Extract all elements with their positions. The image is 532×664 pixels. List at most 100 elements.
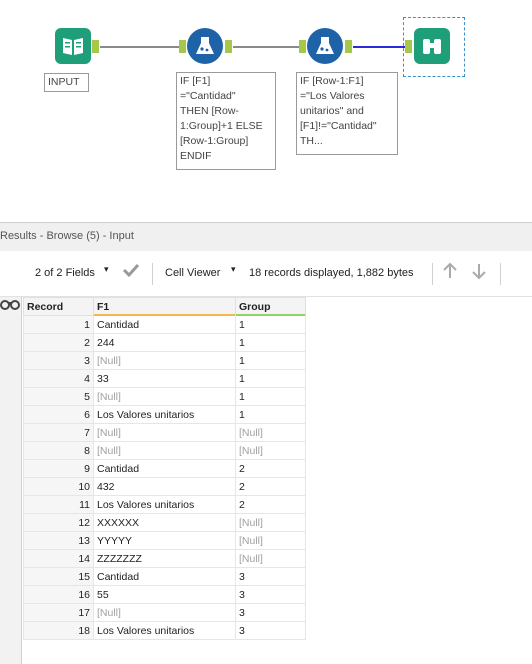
f1-cell[interactable]: ZZZZZZZ: [93, 549, 236, 568]
checkmark-icon[interactable]: [122, 262, 140, 281]
group-cell[interactable]: 1: [235, 387, 306, 406]
f1-cell[interactable]: 55: [93, 585, 236, 604]
active-connection-line[interactable]: [353, 46, 405, 48]
table-row[interactable]: 17 [Null] 3: [23, 603, 306, 622]
formula-tool-flask-icon[interactable]: [307, 28, 343, 64]
table-row[interactable]: 10 432 2: [23, 477, 306, 496]
table-row[interactable]: 14 ZZZZZZZ [Null]: [23, 549, 306, 568]
group-cell[interactable]: 1: [235, 405, 306, 424]
f1-cell[interactable]: YYYYY: [93, 531, 236, 550]
record-cell[interactable]: 13: [23, 531, 94, 550]
formula2-output-anchor[interactable]: [345, 40, 352, 53]
browse-input-anchor[interactable]: [405, 40, 412, 53]
formula2-input-anchor[interactable]: [299, 40, 306, 53]
chevron-down-icon[interactable]: ▾: [104, 264, 109, 275]
group-cell[interactable]: [Null]: [235, 531, 306, 550]
record-cell[interactable]: 18: [23, 621, 94, 640]
group-cell[interactable]: 2: [235, 459, 306, 478]
record-cell[interactable]: 5: [23, 387, 94, 406]
group-cell[interactable]: [Null]: [235, 423, 306, 442]
arrow-down-icon[interactable]: [471, 262, 487, 283]
table-row[interactable]: 4 33 1: [23, 369, 306, 388]
column-header-f1[interactable]: F1: [93, 297, 236, 316]
f1-cell[interactable]: 33: [93, 369, 236, 388]
connection-line[interactable]: [100, 46, 179, 48]
f1-cell[interactable]: [Null]: [93, 441, 236, 460]
record-cell[interactable]: 9: [23, 459, 94, 478]
record-cell[interactable]: 16: [23, 585, 94, 604]
table-row[interactable]: 5 [Null] 1: [23, 387, 306, 406]
group-cell[interactable]: [Null]: [235, 441, 306, 460]
group-cell[interactable]: 1: [235, 351, 306, 370]
f1-cell[interactable]: Los Valores unitarios: [93, 405, 236, 424]
record-cell[interactable]: 3: [23, 351, 94, 370]
group-cell[interactable]: [Null]: [235, 513, 306, 532]
table-row[interactable]: 12 XXXXXX [Null]: [23, 513, 306, 532]
f1-cell[interactable]: Cantidad: [93, 315, 236, 334]
fields-dropdown[interactable]: 2 of 2 Fields: [35, 267, 95, 279]
f1-cell[interactable]: [Null]: [93, 423, 236, 442]
record-cell[interactable]: 10: [23, 477, 94, 496]
group-cell[interactable]: 2: [235, 477, 306, 496]
record-cell[interactable]: 4: [23, 369, 94, 388]
f1-cell[interactable]: [Null]: [93, 351, 236, 370]
cell-viewer-dropdown[interactable]: Cell Viewer: [165, 267, 220, 279]
formula-tool-flask-icon[interactable]: [187, 28, 223, 64]
table-row[interactable]: 15 Cantidad 3: [23, 567, 306, 586]
group-cell[interactable]: 2: [235, 495, 306, 514]
f1-cell[interactable]: XXXXXX: [93, 513, 236, 532]
f1-cell[interactable]: [Null]: [93, 603, 236, 622]
record-cell[interactable]: 8: [23, 441, 94, 460]
f1-cell[interactable]: 432: [93, 477, 236, 496]
group-cell[interactable]: 1: [235, 333, 306, 352]
connection-line[interactable]: [233, 46, 299, 48]
binoculars-icon[interactable]: [0, 296, 20, 315]
f1-cell[interactable]: 244: [93, 333, 236, 352]
column-header-group[interactable]: Group: [235, 297, 306, 316]
record-cell[interactable]: 14: [23, 549, 94, 568]
group-cell[interactable]: 1: [235, 315, 306, 334]
record-cell[interactable]: 6: [23, 405, 94, 424]
formula2-annotation: IF [Row-1:F1] ="Los Valores unitarios" a…: [296, 72, 398, 155]
group-cell[interactable]: 3: [235, 567, 306, 586]
record-cell[interactable]: 17: [23, 603, 94, 622]
table-row[interactable]: 6 Los Valores unitarios 1: [23, 405, 306, 424]
record-cell[interactable]: 12: [23, 513, 94, 532]
record-cell[interactable]: 2: [23, 333, 94, 352]
formula1-output-anchor[interactable]: [225, 40, 232, 53]
input-tool-book-icon[interactable]: [55, 28, 91, 64]
group-cell[interactable]: 3: [235, 585, 306, 604]
f1-cell[interactable]: Los Valores unitarios: [93, 495, 236, 514]
table-row[interactable]: 3 [Null] 1: [23, 351, 306, 370]
record-status: 18 records displayed, 1,882 bytes: [249, 267, 414, 279]
group-cell[interactable]: 1: [235, 369, 306, 388]
table-row[interactable]: 9 Cantidad 2: [23, 459, 306, 478]
arrow-up-icon[interactable]: [442, 262, 458, 283]
table-row[interactable]: 2 244 1: [23, 333, 306, 352]
group-cell[interactable]: 3: [235, 603, 306, 622]
record-cell[interactable]: 7: [23, 423, 94, 442]
f1-cell[interactable]: [Null]: [93, 387, 236, 406]
table-row[interactable]: 7 [Null] [Null]: [23, 423, 306, 442]
group-cell[interactable]: [Null]: [235, 549, 306, 568]
workflow-canvas[interactable]: INPUT IF [F1] ="Cantidad" THEN [Row- 1:G…: [0, 0, 532, 214]
table-row[interactable]: 16 55 3: [23, 585, 306, 604]
input-output-anchor[interactable]: [92, 40, 99, 53]
table-row[interactable]: 1 Cantidad 1: [23, 315, 306, 334]
browse-tool-binoculars-icon[interactable]: [414, 28, 450, 64]
group-cell[interactable]: 3: [235, 621, 306, 640]
record-cell[interactable]: 11: [23, 495, 94, 514]
table-row[interactable]: 18 Los Valores unitarios 3: [23, 621, 306, 640]
table-row[interactable]: 8 [Null] [Null]: [23, 441, 306, 460]
table-row[interactable]: 13 YYYYY [Null]: [23, 531, 306, 550]
record-cell[interactable]: 1: [23, 315, 94, 334]
results-grid[interactable]: Record F1 Group 1 Cantidad 1 2 244 1 3 [Null] 1 4…: [23, 297, 306, 640]
f1-cell[interactable]: Cantidad: [93, 459, 236, 478]
formula1-input-anchor[interactable]: [179, 40, 186, 53]
record-cell[interactable]: 15: [23, 567, 94, 586]
column-header-record[interactable]: Record: [23, 297, 94, 316]
table-row[interactable]: 11 Los Valores unitarios 2: [23, 495, 306, 514]
f1-cell[interactable]: Cantidad: [93, 567, 236, 586]
f1-cell[interactable]: Los Valores unitarios: [93, 621, 236, 640]
chevron-down-icon[interactable]: ▾: [231, 264, 236, 275]
